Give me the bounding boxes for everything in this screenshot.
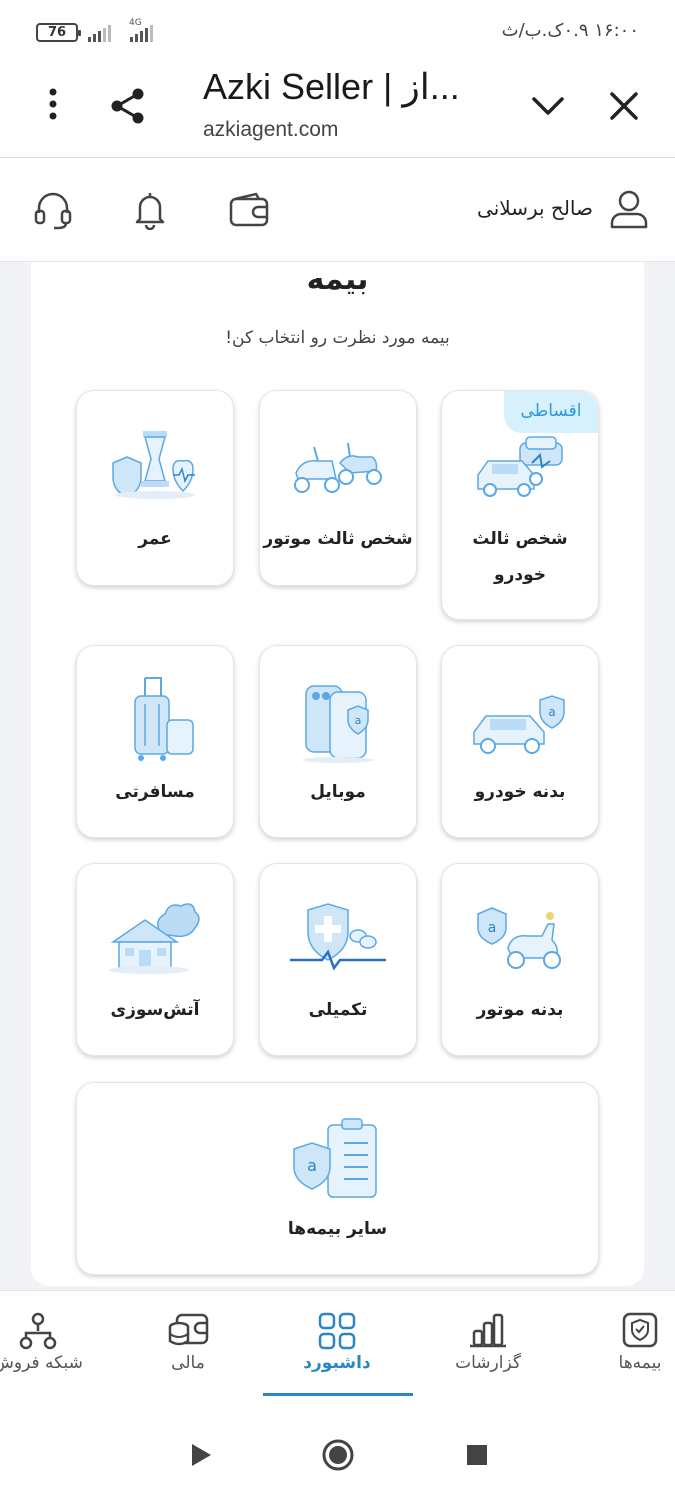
installment-badge: اقساطی <box>504 391 598 433</box>
battery-indicator: 76 <box>36 23 81 42</box>
svg-text:a: a <box>307 1156 317 1175</box>
tile-label: تکمیلی <box>308 1000 368 1020</box>
bell-icon[interactable] <box>130 188 170 232</box>
app-header: صالح برسلانی <box>0 158 675 262</box>
svg-text:a: a <box>548 705 555 719</box>
tile-mobile[interactable]: a موبایل <box>259 645 417 838</box>
car-body-icon: a <box>470 692 570 760</box>
tile-label: عمر <box>138 529 172 549</box>
tile-label: سایر بیمه‌ها <box>287 1219 388 1239</box>
section-subtitle: بیمه مورد نظرت رو انتخاب کن! <box>225 328 450 348</box>
dashboard-icon <box>317 1311 357 1355</box>
home-circle-icon[interactable] <box>320 1437 356 1473</box>
nav-item-finance[interactable]: مالی <box>138 1291 238 1411</box>
mobile-insurance-icon: a <box>290 682 386 768</box>
nav-label: داشبورد <box>303 1353 371 1373</box>
section-title: بیمه <box>306 262 369 297</box>
tile-label: شخص ثالث خودرو <box>472 529 568 585</box>
fire-insurance-icon <box>105 898 205 980</box>
chevron-down-icon[interactable] <box>528 88 568 124</box>
tile-motorcycle-third-party[interactable]: شخص ثالث موتور <box>259 390 417 586</box>
page-title: Azki Seller | از... <box>203 66 460 107</box>
tile-label: بدنه خودرو <box>474 782 566 802</box>
system-navigation-bar <box>0 1410 675 1500</box>
status-time: ۱۶:۰۰ ۰.۹ک.ب/ث <box>501 20 639 41</box>
browser-toolbar: Azki Seller | از... azkiagent.com <box>0 62 675 158</box>
tile-other-insurance[interactable]: a سایر بیمه‌ها <box>76 1082 599 1275</box>
tile-motorcycle-body[interactable]: a بدنه موتور <box>441 863 599 1056</box>
tile-label: موبایل <box>310 782 366 802</box>
menu-dots-icon[interactable] <box>36 84 70 124</box>
tile-car-third-party[interactable]: اقساطی شخص ثالث خودرو <box>441 390 599 620</box>
headset-support-icon[interactable] <box>31 188 75 232</box>
nav-item-sales-network[interactable]: شبکه فروش <box>0 1291 88 1411</box>
finance-icon <box>167 1311 209 1353</box>
share-icon[interactable] <box>106 84 150 128</box>
car-third-party-icon <box>470 435 570 505</box>
life-insurance-icon <box>107 429 203 509</box>
active-tab-indicator <box>263 1393 413 1396</box>
other-insurance-icon: a <box>288 1117 388 1205</box>
nav-label: مالی <box>171 1353 205 1373</box>
bottom-navigation: بیمه‌ها گزارشات داشبورد مالی شبکه فروش <box>0 1290 675 1410</box>
user-icon[interactable] <box>606 186 652 232</box>
nav-label: بیمه‌ها <box>618 1353 662 1373</box>
tile-label: شخص ثالث موتور <box>263 529 413 549</box>
travel-insurance-icon <box>107 674 203 768</box>
status-bar: 76 4G ۱۶:۰۰ ۰.۹ک.ب/ث <box>0 0 675 62</box>
svg-text:a: a <box>355 714 362 727</box>
policy-icon <box>621 1311 659 1353</box>
motorcycle-body-icon: a <box>472 904 568 978</box>
back-triangle-icon[interactable] <box>186 1440 216 1470</box>
wallet-icon[interactable] <box>227 190 271 230</box>
nav-item-reports[interactable]: گزارشات <box>438 1291 538 1411</box>
close-icon[interactable] <box>604 86 644 126</box>
nav-label: گزارشات <box>455 1353 521 1373</box>
supplementary-health-icon <box>288 902 388 978</box>
tile-label: بدنه موتور <box>476 1000 564 1020</box>
tile-travel[interactable]: مسافرتی <box>76 645 234 838</box>
tile-label: آتش‌سوزی <box>110 1000 200 1020</box>
tile-label: مسافرتی <box>115 782 195 802</box>
user-name[interactable]: صالح برسلانی <box>477 196 593 220</box>
tile-car-body[interactable]: a بدنه خودرو <box>441 645 599 838</box>
tile-life[interactable]: عمر <box>76 390 234 586</box>
nav-label: شبکه فروش <box>0 1353 83 1373</box>
motorcycle-third-party-icon <box>288 439 388 503</box>
recents-square-icon[interactable] <box>464 1442 490 1468</box>
signal-strength-icon <box>88 22 111 42</box>
svg-text:a: a <box>488 920 497 936</box>
tile-supplementary[interactable]: تکمیلی <box>259 863 417 1056</box>
sales-network-icon <box>18 1311 58 1355</box>
tile-fire[interactable]: آتش‌سوزی <box>76 863 234 1056</box>
page-url: azkiagent.com <box>203 118 339 141</box>
reports-icon <box>468 1311 508 1353</box>
signal-strength-icon-2 <box>130 22 153 42</box>
nav-item-policies[interactable]: بیمه‌ها <box>590 1291 675 1411</box>
